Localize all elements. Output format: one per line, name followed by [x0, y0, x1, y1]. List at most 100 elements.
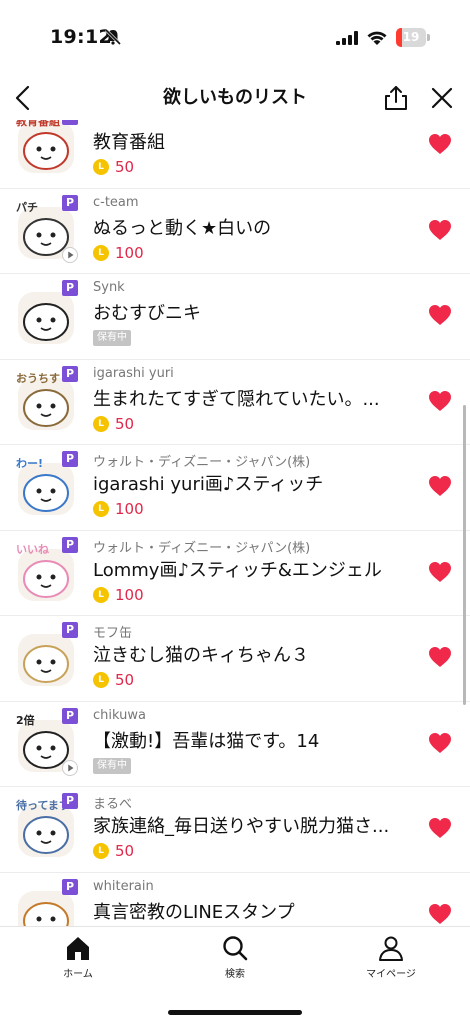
list-item[interactable]: Pwhiterain 真言密教のLINEスタンプ — [0, 873, 470, 926]
item-title: 生まれたてすぎて隠れていたい。... — [93, 388, 380, 410]
premium-badge: P — [62, 451, 78, 467]
item-author: chikuwa — [93, 707, 146, 723]
tab-label-home: ホーム — [63, 969, 93, 980]
tab-search[interactable]: 検索 — [190, 935, 280, 985]
owned-badge: 保有中 — [93, 757, 131, 774]
heart-icon — [429, 134, 451, 154]
list-item[interactable]: P Synk おむすびニキ 保有中 — [0, 274, 470, 360]
item-price: L 100 — [93, 586, 144, 604]
premium-badge: P — [62, 878, 78, 895]
premium-badge: P — [62, 194, 78, 211]
item-price: L 100 — [93, 500, 144, 518]
price-value: 50 — [115, 671, 135, 689]
heart-button[interactable] — [428, 219, 452, 241]
battery-icon: 19 — [396, 28, 430, 47]
item-title: 【激動!】吾輩は猫です。14 — [93, 730, 320, 752]
item-price: L 50 — [93, 415, 134, 433]
home-indicator — [168, 1010, 302, 1015]
search-icon — [223, 936, 248, 961]
item-price: L 50 — [93, 671, 134, 689]
battery-level: 19 — [402, 30, 420, 44]
item-author: ウォルト・ディズニー・ジャパン(株) — [93, 455, 311, 470]
item-title: 家族連絡_毎日送りやすい脱力猫さ... — [93, 816, 390, 837]
item-author: igarashi yuri — [93, 365, 174, 381]
coin-icon: L — [93, 501, 109, 517]
wifi-icon — [367, 31, 387, 45]
premium-badge: P — [62, 365, 78, 382]
item-author: whiterain — [93, 878, 154, 894]
sticker-thumbnail-label: 教育番組 — [15, 120, 60, 128]
owned-badge: 保有中 — [93, 330, 131, 346]
coin-icon: L — [93, 244, 109, 261]
item-title: igarashi yuri画♪スティッチ — [93, 474, 324, 495]
item-author: モフ缶 — [93, 626, 133, 641]
tab-home[interactable]: ホーム — [33, 935, 123, 985]
price-value: 50 — [115, 842, 135, 860]
play-icon[interactable] — [62, 246, 78, 263]
coin-icon: L — [93, 415, 109, 432]
list-item[interactable]: 待ってます P まるべ 家族連絡_毎日送りやすい脱力猫さ... L 50 — [0, 787, 470, 873]
premium-badge: P — [62, 536, 78, 553]
coin-icon: L — [93, 843, 109, 859]
premium-badge: P — [62, 280, 78, 296]
share-icon — [385, 86, 407, 110]
item-price: L 50 — [93, 842, 134, 860]
list-item[interactable]: わー! P ウォルト・ディズニー・ジャパン(株) igarashi yuri画♪スティ… — [0, 445, 470, 531]
sticker-thumbnail-label: パチ — [16, 201, 38, 214]
heart-icon — [429, 305, 451, 325]
premium-badge: P — [62, 793, 78, 809]
list-item[interactable]: 2倍 Pchikuwa 【激動!】吾輩は猫です。14 保有中 — [0, 702, 470, 787]
list-item[interactable]: P モフ缶泣きむし猫のキィちゃん３ L 50 — [0, 616, 470, 702]
heart-icon — [429, 818, 451, 838]
share-button[interactable] — [380, 82, 412, 114]
close-button[interactable] — [426, 82, 458, 114]
list-item[interactable]: パチ Pc-team ぬるっと動く★白いの L 100 — [0, 189, 470, 274]
heart-button[interactable] — [428, 732, 452, 754]
premium-badge: P — [62, 622, 78, 638]
sticker-thumbnail-label: わー! — [16, 457, 43, 470]
signal-icon — [336, 31, 358, 45]
sticker-thumbnail-label: おうちす — [16, 372, 60, 385]
list-item[interactable]: 教育番組P教育番組L50 — [0, 120, 470, 189]
item-price: L 50 — [93, 158, 134, 176]
coin-icon: L — [93, 159, 109, 175]
item-title: ぬるっと動く★白いの — [93, 217, 272, 239]
heart-button[interactable] — [428, 475, 452, 497]
heart-button[interactable] — [428, 646, 452, 668]
wishlist[interactable]: 教育番組P教育番組L50パチPc-teamぬるっと動く★白いのL100PSynk… — [0, 120, 470, 926]
item-title: Lommy画♪スティッチ&エンジェル — [93, 559, 382, 581]
item-price: L 100 — [93, 244, 144, 262]
premium-badge: P — [62, 707, 78, 724]
heart-icon — [429, 476, 451, 496]
nav-bar: 欲しいものリスト — [0, 76, 470, 120]
heart-button[interactable] — [428, 561, 452, 583]
coin-icon: L — [93, 672, 109, 688]
tab-label-search: 検索 — [225, 969, 245, 980]
heart-button[interactable] — [428, 903, 452, 925]
back-button[interactable] — [8, 82, 40, 114]
item-title: 教育番組 — [93, 132, 165, 153]
close-icon — [431, 87, 453, 109]
list-item[interactable]: いいね P ウォルト・ディズニー・ジャパン(株) Lommy画♪スティッチ&エンジェル… — [0, 531, 470, 616]
heart-button[interactable] — [428, 133, 452, 155]
price-value: 100 — [115, 243, 144, 262]
item-title: 泣きむし猫のキィちゃん３ — [93, 645, 309, 666]
chevron-left-icon — [15, 85, 30, 111]
heart-icon — [429, 903, 451, 924]
heart-button[interactable] — [428, 304, 452, 326]
premium-badge: P — [62, 120, 78, 125]
tab-mypage[interactable]: マイページ — [346, 935, 436, 985]
item-title: おむすびニキ — [93, 303, 201, 324]
heart-button[interactable] — [428, 817, 452, 839]
heart-icon — [429, 732, 451, 753]
sticker-thumbnail-label: 2倍 — [16, 713, 35, 727]
list-item[interactable]: おうちす Pigarashi yuri 生まれたてすぎて隠れていたい。... L 50 — [0, 360, 470, 445]
item-author: c-team — [93, 194, 139, 210]
scrollbar[interactable] — [463, 405, 466, 705]
person-icon — [379, 936, 403, 961]
play-icon[interactable] — [62, 759, 78, 776]
home-icon — [67, 937, 89, 960]
heart-icon — [429, 390, 451, 411]
heart-button[interactable] — [428, 390, 452, 412]
status-time: 19:12 — [50, 26, 112, 48]
